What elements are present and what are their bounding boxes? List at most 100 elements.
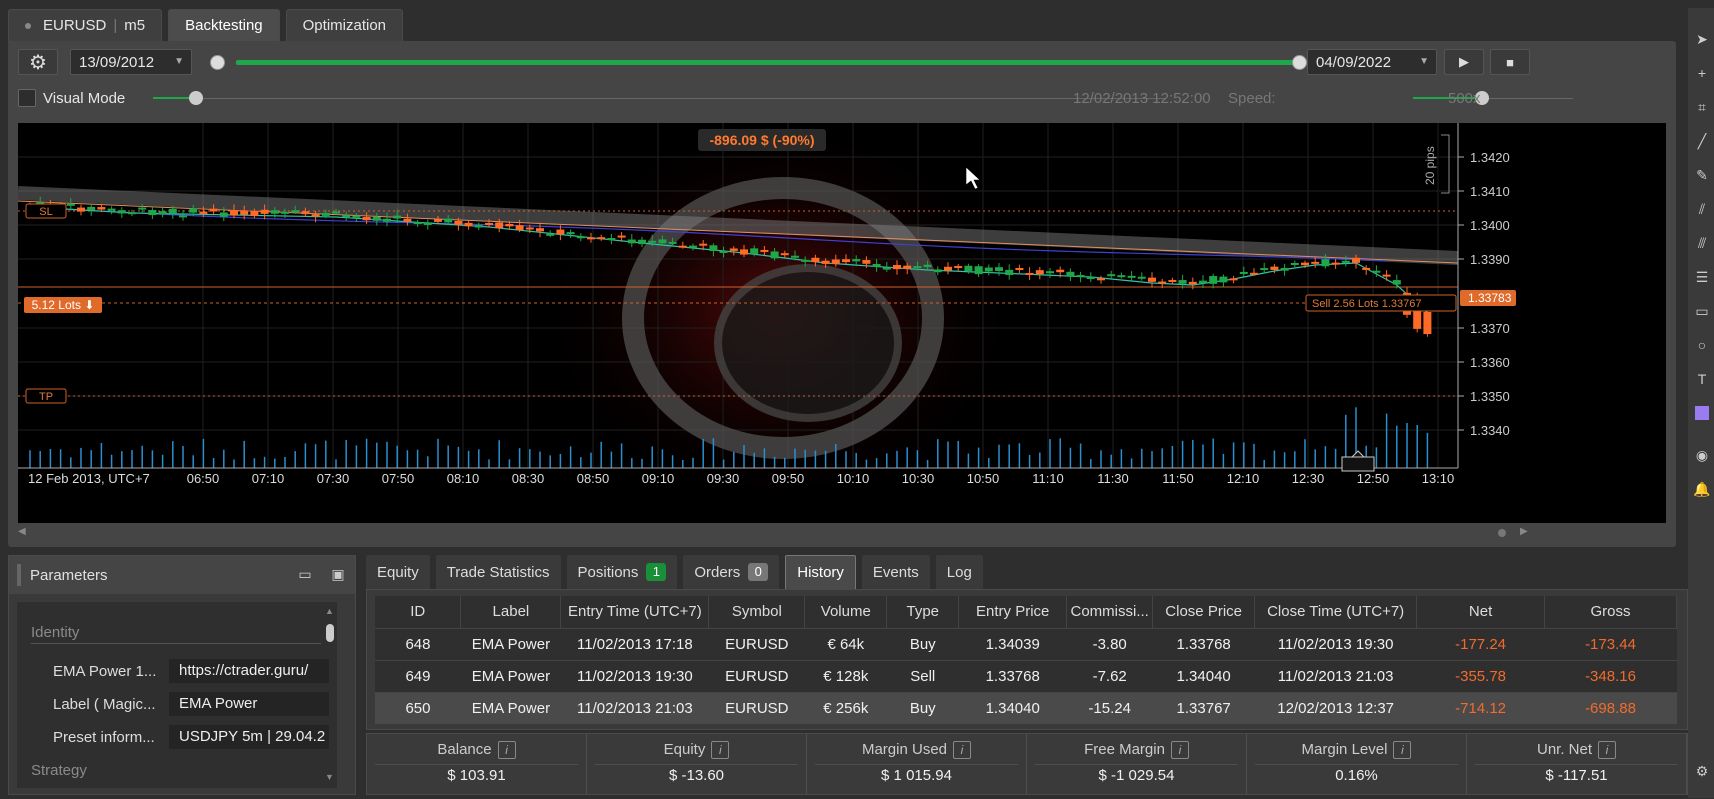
col-close-time[interactable]: Close Time (UTC+7) xyxy=(1254,596,1418,628)
candle-body xyxy=(1178,280,1187,284)
visual-mode-checkbox[interactable] xyxy=(18,89,36,107)
start-date-select[interactable]: 13/09/2012 ▼ xyxy=(70,49,192,75)
table-row[interactable]: 648 EMA Power 11/02/2013 17:18 EURUSD € … xyxy=(375,627,1677,660)
range-start-handle[interactable] xyxy=(210,55,225,70)
candle-body xyxy=(1168,279,1177,282)
time-cursor-tab[interactable] xyxy=(1341,450,1375,472)
candle-body xyxy=(1270,266,1279,270)
history-header-row: ID Label Entry Time (UTC+7) Symbol Volum… xyxy=(375,596,1677,628)
candle-body xyxy=(1392,280,1401,285)
fibonacci-icon[interactable]: ☰ xyxy=(1691,266,1713,288)
candle-body xyxy=(1035,270,1044,275)
channel-icon[interactable]: ⫻ xyxy=(1691,232,1713,254)
gear-icon[interactable]: ⚙ xyxy=(1691,760,1713,782)
save-preset-icon[interactable]: ▣ xyxy=(329,566,347,584)
visual-progress-fill xyxy=(153,97,193,99)
col-commission[interactable]: Commissi... xyxy=(1066,596,1154,628)
col-net[interactable]: Net xyxy=(1416,596,1546,628)
drag-grip[interactable] xyxy=(17,564,21,586)
tab-log[interactable]: Log xyxy=(935,555,983,589)
color-swatch-icon[interactable] xyxy=(1691,402,1713,424)
candle-body xyxy=(1260,268,1269,271)
text-icon[interactable]: T xyxy=(1691,368,1713,390)
info-icon[interactable]: i xyxy=(1170,741,1189,759)
scroll-left-icon[interactable]: ◀ xyxy=(18,526,26,537)
tab-symbol[interactable]: EURUSD | m5 xyxy=(8,9,163,41)
margin-used-value: $ 1 015.94 xyxy=(881,767,952,784)
crosshair-icon[interactable]: + xyxy=(1691,62,1713,84)
candle-body xyxy=(260,209,269,214)
info-icon[interactable]: i xyxy=(953,741,972,759)
unr-net-value: $ -117.51 xyxy=(1545,767,1608,784)
ellipse-icon[interactable]: ○ xyxy=(1691,334,1713,356)
col-gross[interactable]: Gross xyxy=(1544,596,1677,628)
candle-body xyxy=(831,259,840,264)
play-button[interactable]: ▶ xyxy=(1444,49,1484,75)
candle-body xyxy=(301,211,310,215)
col-type[interactable]: Type xyxy=(886,596,960,628)
tab-events[interactable]: Events xyxy=(861,555,930,589)
table-row[interactable]: 649 EMA Power 11/02/2013 19:30 EURUSD € … xyxy=(375,659,1677,692)
params-scrollbar[interactable]: ▲ ▼ xyxy=(325,606,335,784)
scroll-thumb[interactable] xyxy=(326,624,334,642)
scroll-down-icon[interactable]: ▼ xyxy=(325,772,334,782)
chart-hscrollbar[interactable]: ◀ ▶ xyxy=(18,526,1666,538)
cell-close-price: 1.34040 xyxy=(1152,659,1255,692)
info-icon[interactable]: i xyxy=(1393,741,1412,759)
scroll-right-icon[interactable]: ▶ xyxy=(1520,526,1528,537)
tab-positions[interactable]: Positions 1 xyxy=(566,555,678,589)
positions-count-badge: 1 xyxy=(646,563,667,581)
tab-orders[interactable]: Orders 0 xyxy=(683,555,780,589)
group-identity: Identity xyxy=(31,624,80,641)
camera-icon[interactable]: ◉ xyxy=(1691,444,1713,466)
table-row[interactable]: 650 EMA Power 11/02/2013 21:03 EURUSD € … xyxy=(375,691,1677,724)
candle-body xyxy=(893,264,901,270)
bell-icon[interactable]: 🔔 xyxy=(1691,478,1713,500)
date-range-slider[interactable] xyxy=(236,60,1414,65)
tab-optimization[interactable]: Optimization xyxy=(285,9,404,41)
info-icon[interactable]: i xyxy=(1598,741,1617,759)
visual-progress-handle[interactable] xyxy=(189,91,203,105)
pitchfork-icon[interactable]: ⫽ xyxy=(1691,198,1713,220)
cell-id: 648 xyxy=(375,627,461,660)
col-entry-price[interactable]: Entry Price xyxy=(958,596,1068,628)
scroll-up-icon[interactable]: ▲ xyxy=(325,606,334,616)
history-panel: ID Label Entry Time (UTC+7) Symbol Volum… xyxy=(366,589,1688,730)
candle-body xyxy=(944,266,952,271)
tab-history[interactable]: History xyxy=(785,555,856,589)
candle-body xyxy=(525,227,534,230)
stop-button[interactable]: ■ xyxy=(1490,49,1530,75)
info-icon[interactable]: i xyxy=(497,741,516,759)
pen-icon[interactable]: ✎ xyxy=(1691,164,1713,186)
scroll-thumb[interactable] xyxy=(1498,529,1506,537)
col-volume[interactable]: Volume xyxy=(804,596,888,628)
candle-body xyxy=(678,245,687,248)
tab-trade-statistics[interactable]: Trade Statistics xyxy=(435,555,561,589)
y-tick-label: 1.3340 xyxy=(1470,423,1510,438)
range-end-handle[interactable] xyxy=(1292,55,1307,70)
cell-gross: -348.16 xyxy=(1544,659,1677,692)
end-date-select[interactable]: 04/09/2022 ▼ xyxy=(1307,49,1437,75)
col-close-price[interactable]: Close Price xyxy=(1152,596,1256,628)
col-symbol[interactable]: Symbol xyxy=(708,596,806,628)
x-tick-label: 10:50 xyxy=(967,471,1000,486)
param-value-input[interactable]: USDJPY 5m | 29.04.2 xyxy=(169,725,329,749)
tab-equity[interactable]: Equity xyxy=(366,555,430,589)
col-id[interactable]: ID xyxy=(375,596,462,628)
pointer-icon[interactable]: ➤ xyxy=(1691,28,1713,50)
col-entry-time[interactable]: Entry Time (UTC+7) xyxy=(560,596,710,628)
zoom-icon[interactable]: ⌗ xyxy=(1691,96,1713,118)
candle-body xyxy=(362,216,371,221)
param-value-input[interactable]: EMA Power xyxy=(169,692,329,716)
candle-body xyxy=(1107,274,1116,277)
param-value-input[interactable]: https://ctrader.guru/ xyxy=(169,659,329,683)
settings-button[interactable]: ⚙ xyxy=(18,49,58,75)
info-icon[interactable]: i xyxy=(711,741,730,759)
rectangle-icon[interactable]: ▭ xyxy=(1691,300,1713,322)
price-chart[interactable]: 1.3420 1.3410 1.3400 1.3390 1.3370 1.3360 1.33… xyxy=(18,123,1666,523)
line-icon[interactable]: ╱ xyxy=(1691,130,1713,152)
load-preset-icon[interactable]: ▭ xyxy=(296,566,314,584)
col-label[interactable]: Label xyxy=(460,596,562,628)
tab-backtesting[interactable]: Backtesting xyxy=(168,9,280,41)
candle-body xyxy=(801,259,810,262)
